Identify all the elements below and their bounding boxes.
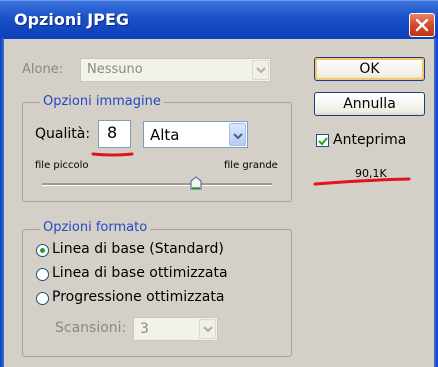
matte-select[interactable]: Nessuno bbox=[80, 58, 271, 82]
scans-select-value: 3 bbox=[140, 321, 149, 337]
red-underline-annotation bbox=[91, 152, 134, 157]
preview-label: Anteprima bbox=[333, 132, 407, 148]
check-icon bbox=[318, 137, 328, 146]
chevron-down-icon bbox=[203, 326, 213, 333]
baseline-optimized-label: Linea di base ottimizzata bbox=[52, 265, 228, 281]
cancel-button[interactable]: Annulla bbox=[314, 92, 425, 116]
window-border-right bbox=[434, 38, 438, 367]
quality-input[interactable]: 8 bbox=[98, 120, 131, 148]
quality-input-value: 8 bbox=[107, 123, 118, 142]
format-options-title: Opzioni formato bbox=[40, 220, 151, 235]
chevron-down-icon bbox=[233, 133, 243, 140]
quality-preset-dropdown-button[interactable] bbox=[229, 123, 246, 146]
large-file-label: file grande bbox=[224, 160, 278, 171]
close-icon bbox=[415, 18, 429, 32]
matte-dropdown-button[interactable] bbox=[252, 60, 269, 80]
window-border-left bbox=[0, 38, 4, 367]
quality-slider-track[interactable] bbox=[42, 183, 272, 186]
window-title: Opzioni JPEG bbox=[14, 10, 130, 29]
scans-select[interactable]: 3 bbox=[133, 317, 218, 341]
matte-select-value: Nessuno bbox=[87, 62, 143, 77]
title-bar: Opzioni JPEG bbox=[0, 0, 438, 39]
scans-dropdown-button[interactable] bbox=[199, 319, 216, 339]
small-file-label: file piccolo bbox=[35, 160, 89, 171]
image-options-title: Opzioni immagine bbox=[40, 94, 164, 109]
preview-checkbox[interactable] bbox=[316, 134, 329, 147]
matte-label: Alone: bbox=[22, 62, 64, 77]
progressive-radio[interactable] bbox=[36, 292, 49, 305]
quality-preset-select[interactable]: Alta bbox=[143, 121, 248, 148]
quality-preset-value: Alta bbox=[150, 126, 180, 144]
progressive-label: Progressione ottimizzata bbox=[52, 289, 225, 305]
ok-button[interactable]: OK bbox=[314, 57, 425, 81]
chevron-down-icon bbox=[256, 67, 266, 74]
baseline-standard-radio[interactable] bbox=[36, 244, 49, 257]
quality-label: Qualità: bbox=[35, 126, 91, 142]
radio-selected-dot bbox=[40, 248, 45, 253]
close-button[interactable] bbox=[409, 13, 435, 37]
red-underline-annotation bbox=[313, 177, 411, 186]
scans-label: Scansioni: bbox=[55, 320, 127, 336]
baseline-standard-label: Linea di base (Standard) bbox=[52, 241, 224, 257]
baseline-optimized-radio[interactable] bbox=[36, 268, 49, 281]
image-options-group bbox=[22, 102, 292, 202]
quality-slider-thumb[interactable] bbox=[190, 176, 202, 190]
